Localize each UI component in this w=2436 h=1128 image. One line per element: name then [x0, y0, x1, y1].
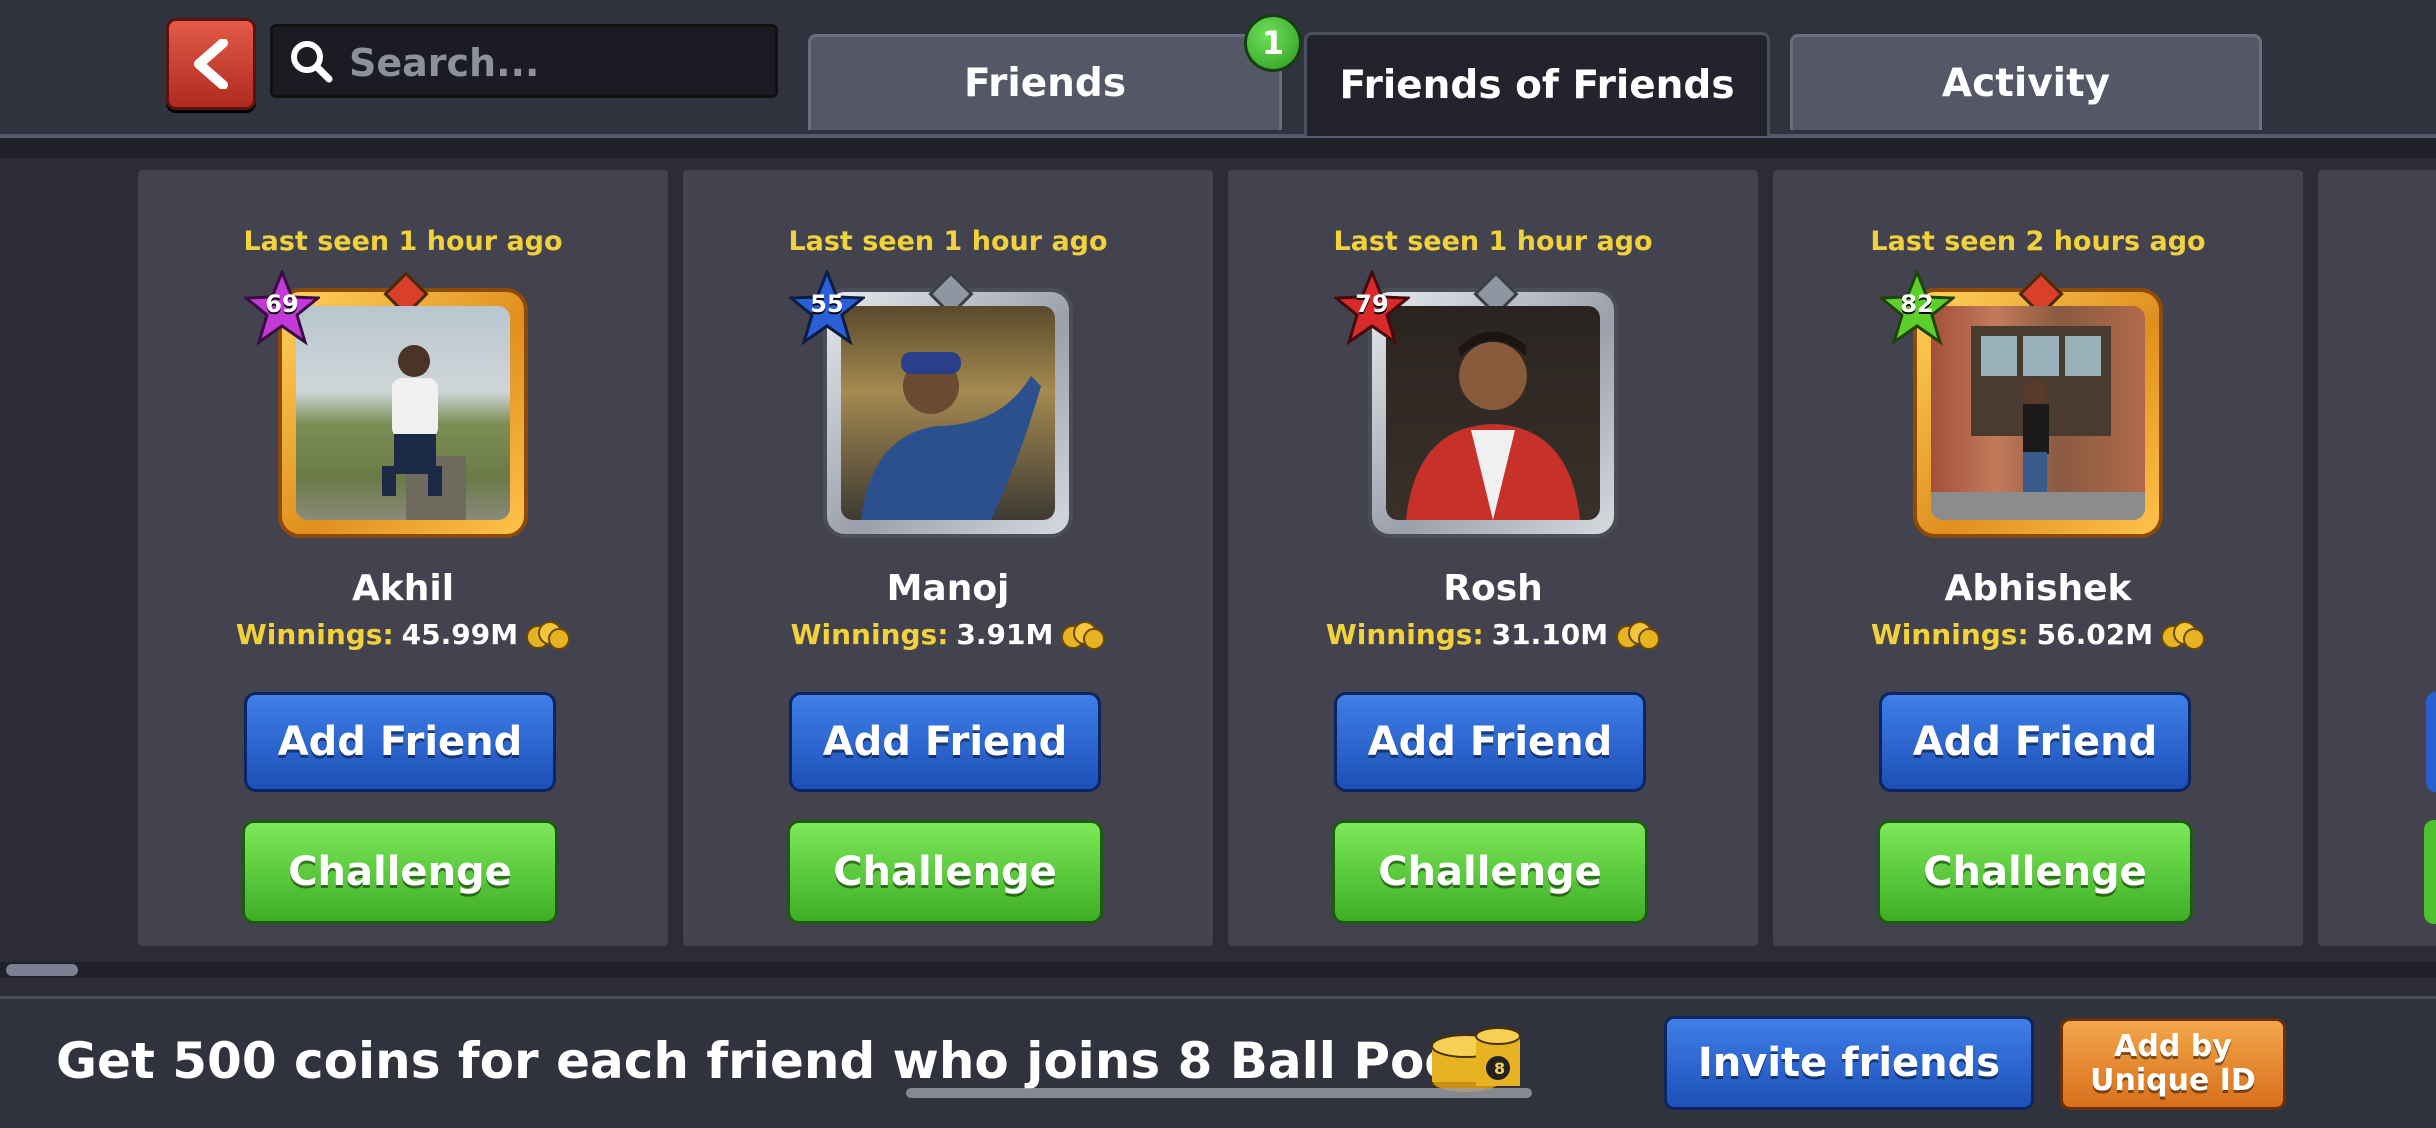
last-seen-text: Last seen 1 hour ago [1333, 226, 1653, 257]
player-name: Rosh [1443, 568, 1543, 609]
tab-friends-of-friends[interactable]: Friends of Friends [1304, 32, 1770, 136]
winnings-label: Winnings: [235, 618, 394, 651]
level-star: 82 [1879, 270, 1955, 346]
winnings-value: 45.99M [401, 618, 519, 651]
level-number: 79 [1355, 290, 1389, 318]
add-friend-button[interactable]: Add Friend [1334, 692, 1646, 792]
add-by-id-line1: Add by [2114, 1029, 2232, 1064]
svg-text:8: 8 [1494, 1059, 1505, 1078]
add-by-unique-id-button[interactable]: Add by Unique ID [2060, 1018, 2286, 1110]
coins-icon [2161, 621, 2206, 650]
level-star: 55 [789, 270, 865, 346]
challenge-button[interactable]: Challenge [787, 820, 1103, 924]
winnings: Winnings: 45.99M [138, 618, 668, 651]
player-card: Last seen 1 hour ago 55 Manoj Winnings: 3… [683, 170, 1213, 946]
horizontal-scrollbar[interactable] [0, 962, 2436, 978]
coins-icon [1616, 621, 1661, 650]
winnings-label: Winnings: [1325, 618, 1484, 651]
last-seen-text: Last seen 1 hour ago [243, 226, 563, 257]
coins-icon [526, 621, 571, 650]
player-card: Last seen 1 hour ago 69 Akhil Winnings: 4… [138, 170, 668, 946]
home-indicator[interactable] [906, 1088, 1532, 1098]
last-seen-text: Last seen 1 hour ago [788, 226, 1108, 257]
avatar [1386, 306, 1600, 520]
tab-label: Activity [1941, 61, 2111, 106]
back-button[interactable] [166, 18, 256, 110]
player-card-partial [2318, 170, 2436, 946]
winnings-value: 56.02M [2036, 618, 2154, 651]
level-number: 55 [810, 290, 844, 318]
level-star: 69 [244, 270, 320, 346]
avatar [1931, 306, 2145, 520]
search-icon [291, 41, 333, 83]
winnings: Winnings: 3.91M [683, 618, 1213, 651]
avatar [296, 306, 510, 520]
top-divider [0, 138, 2436, 158]
challenge-button[interactable]: Challenge [242, 820, 558, 924]
tab-activity[interactable]: Activity [1790, 34, 2262, 130]
tab-label: Friends [963, 61, 1127, 106]
challenge-button-partial[interactable] [2424, 820, 2436, 924]
level-number: 69 [265, 290, 299, 318]
add-friend-button[interactable]: Add Friend [244, 692, 556, 792]
winnings-value: 3.91M [956, 618, 1054, 651]
winnings-value: 31.10M [1491, 618, 1609, 651]
add-friend-button-partial[interactable] [2426, 692, 2436, 792]
tab-label: Friends of Friends [1339, 63, 1735, 108]
notification-badge: 1 [1244, 14, 1302, 72]
level-star: 79 [1334, 270, 1410, 346]
coin-stack-icon: 8 [1431, 1027, 1521, 1094]
coins-icon [1061, 621, 1106, 650]
player-card: Last seen 2 hours ago 82 Abhishek Winnin… [1773, 170, 2303, 946]
person-photo-icon [861, 352, 1041, 520]
add-friend-button[interactable]: Add Friend [1879, 692, 2191, 792]
player-name: Manoj [886, 568, 1010, 609]
avatar [841, 306, 1055, 520]
back-arrow-icon [194, 39, 228, 89]
search-placeholder: Search... [349, 41, 540, 85]
level-number: 82 [1900, 290, 1934, 318]
add-by-id-line2: Unique ID [2090, 1063, 2256, 1098]
challenge-button[interactable]: Challenge [1877, 820, 2193, 924]
winnings-label: Winnings: [790, 618, 949, 651]
last-seen-text: Last seen 2 hours ago [1870, 226, 2206, 257]
promo-text: Get 500 coins for each friend who joins … [56, 1032, 1499, 1090]
add-friend-button[interactable]: Add Friend [789, 692, 1101, 792]
person-photo-icon [1406, 331, 1580, 520]
winnings: Winnings: 56.02M [1773, 618, 2303, 651]
person-photo-icon [382, 345, 466, 520]
person-photo-icon [1931, 326, 2145, 520]
challenge-button[interactable]: Challenge [1332, 820, 1648, 924]
search-field[interactable]: Search... [270, 24, 778, 98]
player-card: Last seen 1 hour ago 79 Rosh Winnings: 31… [1228, 170, 1758, 946]
invite-friends-button[interactable]: Invite friends [1664, 1016, 2034, 1110]
winnings-label: Winnings: [1870, 618, 2029, 651]
player-name: Akhil [351, 568, 455, 609]
player-name: Abhishek [1944, 568, 2132, 609]
scrollbar-thumb[interactable] [6, 964, 78, 976]
tab-friends[interactable]: Friends [808, 34, 1282, 130]
winnings: Winnings: 31.10M [1228, 618, 1758, 651]
